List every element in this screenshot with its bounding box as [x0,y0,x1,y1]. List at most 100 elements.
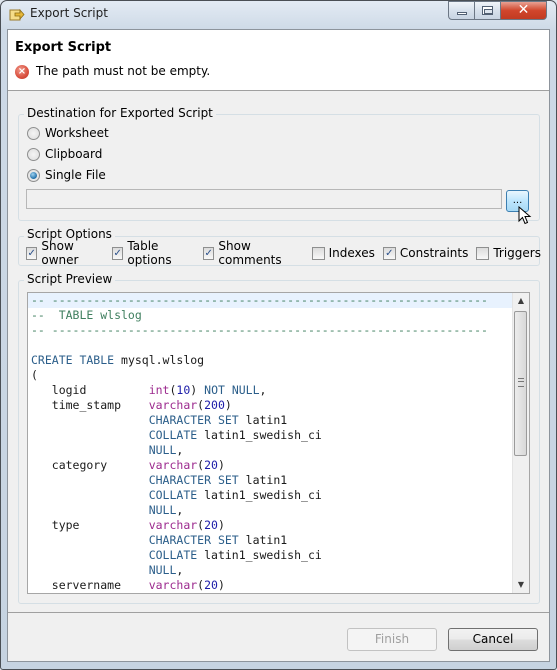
maximize-button[interactable] [475,1,501,20]
vertical-scrollbar[interactable]: ▲ ▼ [512,293,529,593]
code-token: CHARACTER SET [148,413,246,427]
code-token: logid [31,383,149,397]
option-show-comments[interactable]: ✓ Show comments [202,239,304,267]
code-token: NULL [148,443,177,457]
checkbox-unchecked[interactable] [476,246,490,260]
radio-button[interactable] [27,147,40,161]
radio-button[interactable] [27,126,40,140]
code-token: latin1_swedish_ci [204,488,322,502]
script-preview-editor[interactable]: -- -------------------------------------… [27,292,530,594]
scroll-up-icon[interactable]: ▲ [513,293,529,309]
option-constraints[interactable]: ✓ Constraints [382,246,468,260]
radio-worksheet[interactable]: Worksheet [27,124,109,142]
checkbox-checked[interactable]: ✓ [382,246,396,260]
code-token: 20 [204,458,218,472]
code-token: NOT NULL [204,383,260,397]
minimize-button[interactable] [448,1,475,20]
code-line: COLLATE latin1_swedish_ci [28,428,514,443]
code-token: category [31,458,149,472]
grip-icon [518,378,524,387]
code-line: CHARACTER SET latin1 [28,473,514,488]
maximize-icon [482,6,493,15]
code-token: ) [217,578,225,592]
code-token: , [176,443,184,457]
cancel-button[interactable]: Cancel [448,628,538,651]
scroll-down-icon[interactable]: ▼ [513,577,529,593]
checkbox-checked[interactable]: ✓ [202,246,215,260]
radio-single-file[interactable]: Single File [27,166,106,184]
footer-separator [8,612,549,613]
code-lines: -- -------------------------------------… [28,293,514,593]
scroll-thumb[interactable] [514,311,527,456]
code-line: CHARACTER SET latin1 [28,413,514,428]
radio-label: Worksheet [45,126,109,140]
checkbox-unchecked[interactable] [311,246,325,260]
code-token: CHARACTER SET [148,533,246,547]
option-triggers[interactable]: Triggers [476,246,541,260]
code-token: COLLATE [148,488,205,502]
code-token: servername [31,578,149,592]
destination-group-label: Destination for Exported Script [24,106,216,120]
code-line: COLLATE latin1_swedish_ci [28,488,514,503]
code-token: 200 [204,398,225,412]
code-line: NULL, [28,503,514,518]
radio-label: Clipboard [45,147,103,161]
code-token: CREATE TABLE [31,353,122,367]
code-token: int [148,383,170,397]
code-token: type [31,518,149,532]
window-title: Export Script [30,6,108,20]
code-token: latin1 [245,413,288,427]
code-line: -- TABLE wlslog [28,308,514,323]
code-token: ) [217,518,225,532]
radio-button-selected[interactable] [27,168,40,182]
code-token: varchar [148,398,198,412]
code-token: -- -------------------------------------… [31,293,488,307]
code-token: latin1_swedish_ci [204,548,322,562]
code-token: mysql.wlslog [121,353,205,367]
code-token: NULL [148,503,177,517]
radio-clipboard[interactable]: Clipboard [27,145,102,163]
code-token: 10 [176,383,191,397]
export-script-icon [9,8,25,21]
code-token: varchar [148,458,198,472]
code-token: COLLATE [148,428,205,442]
code-token: -- TABLE wlslog [31,308,142,322]
code-line: CREATE TABLE mysql.wlslog [28,353,514,368]
code-token: , [176,563,184,577]
code-line: logid int(10) NOT NULL, [28,383,514,398]
file-path-input[interactable] [26,189,502,209]
code-token: , [259,383,267,397]
checkbox-checked[interactable]: ✓ [26,246,38,260]
dialog-client-area: Export Script × The path must not be emp… [7,29,550,662]
code-line: ( [28,368,514,383]
code-line: -- -------------------------------------… [28,323,514,338]
error-icon: × [15,65,29,79]
code-token: latin1 [245,473,288,487]
option-indexes[interactable]: Indexes [311,246,375,260]
code-token: 20 [204,518,218,532]
checkbox-checked[interactable]: ✓ [111,246,124,260]
code-line: -- -------------------------------------… [28,293,514,308]
option-show-owner[interactable]: ✓ Show owner [26,239,104,267]
close-button[interactable]: ✕ [501,1,547,20]
code-line: category varchar(20) [28,458,514,473]
code-line: NULL, [28,443,514,458]
code-token: , [176,503,184,517]
script-options-row: ✓ Show owner ✓ Table options ✓ Show comment… [26,239,549,267]
code-token: 20 [204,578,218,592]
option-table-options[interactable]: ✓ Table options [111,239,195,267]
radio-label: Single File [45,168,106,182]
finish-button[interactable]: Finish [347,628,437,651]
close-icon: ✕ [517,2,530,18]
page-title: Export Script [15,40,112,55]
code-token: varchar [148,578,198,592]
